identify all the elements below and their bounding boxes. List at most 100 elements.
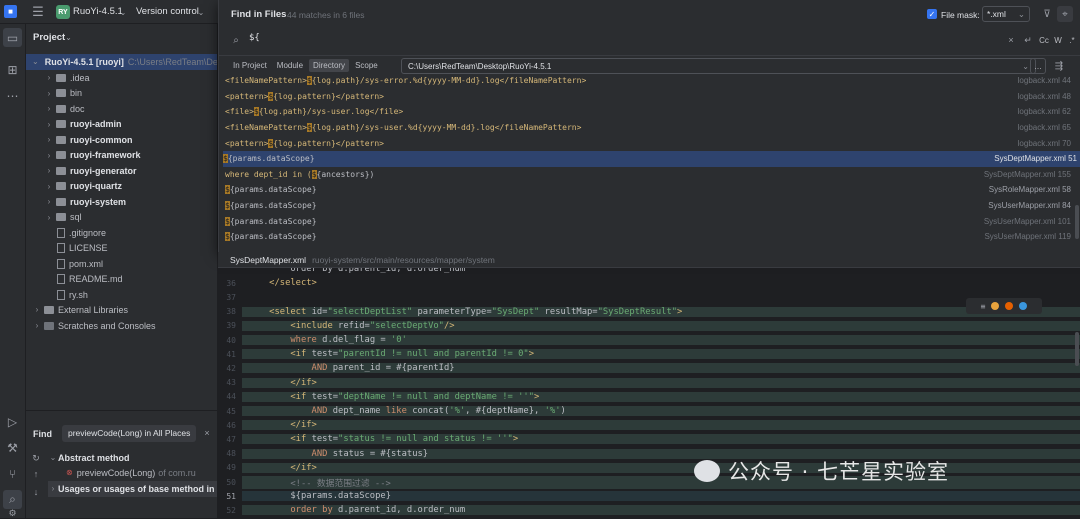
chrome-icon[interactable] <box>991 302 1000 310</box>
arrow-down-icon[interactable]: ↓ <box>29 485 43 499</box>
close-icon[interactable]: × <box>1005 33 1017 47</box>
tree-item-readme-md[interactable]: README.md <box>26 272 217 288</box>
folder-icon[interactable]: ▭ <box>3 28 22 47</box>
tree-item-sql[interactable]: › sql <box>26 210 217 226</box>
tree-item-doc[interactable]: › doc <box>26 101 217 117</box>
structure-icon[interactable]: ⊞ <box>3 60 22 79</box>
search-input[interactable]: ${ <box>249 33 260 43</box>
result-row[interactable]: ${params.dataScope} SysUserMapper.xml 119 <box>225 229 1075 245</box>
code-line[interactable]: 52 order by d.parent_id, d.order_num <box>218 503 1080 517</box>
refresh-icon[interactable]: ↻ <box>29 451 43 465</box>
result-row[interactable]: <fileNamePattern>${log.path}/sys-error.%… <box>225 73 1075 89</box>
code-line[interactable]: 49 </if> <box>218 461 1080 475</box>
chevron-down-icon[interactable]: ⌄ <box>196 6 206 18</box>
find-group-abstract[interactable]: ⌄ Abstract method <box>48 450 217 466</box>
pin-icon[interactable]: ⌖ <box>1057 6 1073 22</box>
tree-item-ruoyi-quartz[interactable]: › ruoyi-quartz <box>26 179 217 195</box>
result-row[interactable]: ${params.dataScope} SysDeptMapper.xml 51 <box>223 151 1080 167</box>
filter-icon[interactable]: ⊽ <box>1040 7 1054 21</box>
tree-item-ruoyi-admin[interactable]: › ruoyi-admin <box>26 117 217 133</box>
result-row[interactable]: ${params.dataScope} SysUserMapper.xml 84 <box>225 198 1075 214</box>
tree-item-idea[interactable]: › .idea <box>26 70 217 86</box>
tree-item-license[interactable]: LICENSE <box>26 241 217 257</box>
result-file: logback.xml 44 <box>1017 76 1071 86</box>
arrow-up-icon[interactable]: ↑ <box>29 467 43 481</box>
code-line[interactable]: 46 </if> <box>218 418 1080 432</box>
main-menu-icon[interactable]: ☰ <box>30 4 46 20</box>
scope-tab-directory[interactable]: Directory <box>309 59 350 72</box>
external-libraries[interactable]: › External Libraries <box>26 302 217 318</box>
code-line[interactable]: 40 where d.del_flag = '0' <box>218 333 1080 347</box>
code-line[interactable]: 45 AND dept_name like concat('%', #{dept… <box>218 404 1080 418</box>
tree-item-ruoyi-system[interactable]: › ruoyi-system <box>26 194 217 210</box>
more-icon[interactable]: ⋯ <box>3 86 22 105</box>
build-icon[interactable]: ⚒ <box>3 438 22 457</box>
scope-tab-scope[interactable]: Scope <box>351 59 382 72</box>
tree-item-ruoyi-framework[interactable]: › ruoyi-framework <box>26 148 217 164</box>
code-line[interactable]: 37 <box>218 290 1080 304</box>
chevron-down-icon[interactable]: ⌄ <box>118 6 128 18</box>
project-badge[interactable]: RY <box>56 5 70 19</box>
result-row[interactable]: <pattern>${log.pattern}</pattern> logback… <box>225 89 1075 105</box>
chevron-down-icon[interactable]: ⌄ <box>64 32 73 42</box>
code-line[interactable]: 51 ${params.dataScope} <box>218 489 1080 503</box>
code-line[interactable]: 42 AND parent_id = #{parentId} <box>218 361 1080 375</box>
result-row[interactable]: where dept_id in (${ancestors}) SysDeptMa… <box>225 167 1075 183</box>
vcs-widget[interactable]: Version control <box>136 6 199 17</box>
code-line[interactable]: 36 </select> <box>218 276 1080 290</box>
project-root[interactable]: ⌄ RuoYi-4.5.1 [ruoyi] C:\Users\RedTeam\D… <box>26 54 217 70</box>
regex-toggle[interactable]: .* <box>1065 33 1079 47</box>
scratches-and-consoles[interactable]: › Scratches and Consoles <box>26 318 217 334</box>
directory-path-field[interactable]: C:\Users\RedTeam\Desktop\RuoYi-4.5.1 ⌄ <box>401 58 1036 74</box>
result-row[interactable]: <fileNamePattern>${log.path}/sys-user.%d… <box>225 120 1075 136</box>
scope-tab-in-project[interactable]: In Project <box>229 59 271 72</box>
code-editor[interactable]: order by d.parent_id, d.order_num 36 </se… <box>218 252 1080 518</box>
git-icon[interactable]: ⑂ <box>3 464 22 483</box>
code-line[interactable]: 47 <if test="status != null and status !… <box>218 432 1080 446</box>
code-line[interactable]: 44 <if test="deptName != null and deptNa… <box>218 390 1080 404</box>
line-number: 47 <box>226 434 236 444</box>
code-line[interactable]: 43 </if> <box>218 376 1080 390</box>
tree-item-ruoyi-common[interactable]: › ruoyi-common <box>26 132 217 148</box>
tree-item-gitignore[interactable]: .gitignore <box>26 225 217 241</box>
code-line[interactable]: 41 <if test="parentId != null and parent… <box>218 347 1080 361</box>
match-case-toggle[interactable]: Cc <box>1037 33 1051 47</box>
project-panel-title[interactable]: Project <box>33 32 65 43</box>
tree-item-pom-xml[interactable]: pom.xml <box>26 256 217 272</box>
project-name[interactable]: RuoYi-4.5.1 <box>73 6 123 17</box>
code-line[interactable]: 38 <select id="selectDeptList" parameter… <box>218 305 1080 319</box>
find-result-item[interactable]: ⊗ previewCode(Long) of com.ru <box>66 465 217 481</box>
file-mask-select[interactable]: *.xml ⌄ <box>982 6 1030 22</box>
search-icon: ⌕ <box>233 34 239 46</box>
find-group-usages[interactable]: › Usages or usages of base method in <box>48 481 217 497</box>
scope-tab-module[interactable]: Module <box>273 59 307 72</box>
line-number: 46 <box>226 420 236 430</box>
result-row[interactable]: <pattern>${log.pattern}</pattern> logback… <box>225 135 1075 151</box>
file-mask-checkbox[interactable]: ✓ <box>927 9 937 19</box>
result-row[interactable]: ${params.dataScope} SysRoleMapper.xml 58 <box>225 182 1075 198</box>
recursive-icon[interactable]: ⇶ <box>1051 58 1067 74</box>
results-scrollbar[interactable] <box>1075 205 1079 239</box>
run-icon[interactable]: ▷ <box>3 412 22 431</box>
browse-button[interactable]: … <box>1030 58 1046 74</box>
settings-icon[interactable]: ≡ <box>981 302 986 311</box>
newline-icon[interactable]: ↵ <box>1021 33 1035 47</box>
find-tab[interactable]: Find <box>33 429 52 439</box>
search-icon[interactable]: ⌕ <box>3 490 22 509</box>
edge-icon[interactable] <box>1019 302 1028 310</box>
settings-icon[interactable]: ⚙ <box>3 508 22 518</box>
code-line[interactable]: 48 AND status = #{status} <box>218 447 1080 461</box>
firefox-icon[interactable] <box>1005 302 1014 310</box>
tree-item-label: ruoyi-admin <box>70 119 122 130</box>
close-icon[interactable]: × <box>202 428 212 438</box>
tree-item-ruoyi-generator[interactable]: › ruoyi-generator <box>26 163 217 179</box>
tree-item-ry-sh[interactable]: ry.sh <box>26 287 217 303</box>
result-row[interactable]: <file>${log.path}/sys-user.log</file> log… <box>225 104 1075 120</box>
result-row[interactable]: ${params.dataScope} SysUserMapper.xml 101 <box>225 213 1075 229</box>
words-toggle[interactable]: W <box>1051 33 1065 47</box>
code-line[interactable]: 50 <!-- 数据范围过滤 --> <box>218 475 1080 489</box>
find-query-tab[interactable]: previewCode(Long) in All Places <box>62 425 197 442</box>
editor-scrollbar[interactable] <box>1075 332 1079 366</box>
code-line[interactable]: 39 <include refid="selectDeptVo"/> <box>218 319 1080 333</box>
tree-item-bin[interactable]: › bin <box>26 86 217 102</box>
